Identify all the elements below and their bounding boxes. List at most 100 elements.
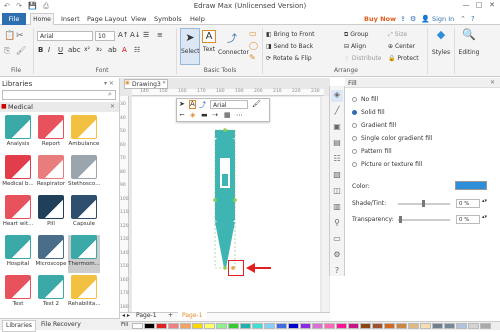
library-shape-item[interactable]: Rehabilita... xyxy=(68,275,100,313)
text-options-icon[interactable]: ☷ xyxy=(134,46,140,54)
search-icon[interactable]: ⌕ xyxy=(108,90,112,99)
radio-icon[interactable] xyxy=(352,136,357,141)
library-category-medical[interactable]: Medical xyxy=(0,102,119,112)
add-page-icon[interactable]: + xyxy=(168,312,173,319)
radio-icon[interactable] xyxy=(352,149,357,154)
tab-libraries[interactable]: Libraries xyxy=(2,320,36,332)
help-icon[interactable]: ? xyxy=(471,15,475,23)
library-shape-item[interactable]: Capsule xyxy=(68,195,100,233)
slider-thumb[interactable] xyxy=(399,216,402,223)
library-shape-item[interactable]: Pill xyxy=(35,195,67,233)
ribbon-collapse-icon[interactable]: ⌃ xyxy=(460,15,466,23)
center-button[interactable]: ⊕ Center xyxy=(388,43,415,50)
connector-button[interactable]: ⤴ Connector xyxy=(218,28,249,65)
palette-swatch[interactable] xyxy=(348,323,359,329)
radio-icon[interactable] xyxy=(352,162,357,167)
mini-font-select[interactable]: Arial xyxy=(210,100,248,109)
spin-icon[interactable]: ▴▾ xyxy=(482,214,487,220)
library-shape-item[interactable]: Stethosco... xyxy=(68,155,100,193)
underline-icon[interactable]: U xyxy=(58,46,63,54)
resize-handle[interactable] xyxy=(223,266,227,270)
palette-swatch[interactable] xyxy=(312,323,323,329)
hyperlink-panel-icon[interactable]: ⚲ xyxy=(331,218,343,230)
fill-panel-icon[interactable]: ◈ xyxy=(331,90,343,102)
size-button[interactable]: ⤢ Size xyxy=(388,31,407,39)
palette-swatch[interactable] xyxy=(336,323,347,329)
palette-swatch[interactable] xyxy=(468,323,479,329)
radio-icon[interactable] xyxy=(352,97,357,102)
font-size-select[interactable]: 10 xyxy=(95,31,115,41)
line-color-icon[interactable]: ▬ xyxy=(201,111,208,119)
palette-swatch[interactable] xyxy=(480,323,491,329)
library-shape-item[interactable]: Heart wit... xyxy=(2,195,34,233)
rectangle-icon[interactable]: ▭ xyxy=(249,29,257,38)
text-tool-button[interactable]: A Text xyxy=(202,28,216,65)
fill-option-radio[interactable]: No fill xyxy=(352,96,378,104)
palette-swatch[interactable] xyxy=(264,323,275,329)
page-nav-icon[interactable]: ◂ ▸ xyxy=(122,312,130,319)
fill-color-picker[interactable] xyxy=(455,181,487,190)
ellipse-icon[interactable]: ◯ xyxy=(249,41,258,50)
buy-now-link[interactable]: Buy Now xyxy=(364,15,396,23)
font-color-icon[interactable]: A xyxy=(122,46,127,54)
tab-view[interactable]: View xyxy=(128,14,149,25)
tab-help[interactable]: Help xyxy=(187,14,208,25)
fill-option-radio[interactable]: Pattern fill xyxy=(352,148,392,156)
palette-swatch[interactable] xyxy=(288,323,299,329)
spin-icon[interactable]: ▴▾ xyxy=(482,198,487,204)
editing-button[interactable]: 🔍 Editing xyxy=(456,28,482,70)
library-shape-item[interactable]: Test xyxy=(2,275,34,313)
transparency-value[interactable]: 0 % xyxy=(456,215,480,224)
library-shape-item[interactable]: Hospital xyxy=(2,235,34,273)
maximize-button[interactable]: □ xyxy=(473,1,485,11)
tab-file-recovery[interactable]: File Recovery xyxy=(38,320,84,330)
palette-swatch[interactable] xyxy=(432,323,443,329)
palette-swatch[interactable] xyxy=(216,323,227,329)
library-shape-item[interactable]: Respirator xyxy=(35,155,67,193)
library-shape-item[interactable]: Report xyxy=(35,115,67,153)
strikethrough-icon[interactable]: abc xyxy=(68,46,81,54)
transparency-slider[interactable] xyxy=(398,219,450,221)
attachment-panel-icon[interactable]: ⚙ xyxy=(331,250,343,262)
thermometer-shape[interactable] xyxy=(205,128,245,278)
palette-swatch[interactable] xyxy=(132,323,143,329)
tab-page-layout[interactable]: Page Layout xyxy=(84,14,130,25)
image-panel-icon[interactable]: ▧ xyxy=(331,170,343,182)
pane-pin-icon[interactable]: ▾ ✕ xyxy=(104,80,114,87)
fill-option-radio[interactable]: Solid fill xyxy=(352,109,385,117)
resize-handle[interactable] xyxy=(233,198,237,202)
palette-swatch[interactable] xyxy=(156,323,167,329)
page-tab[interactable]: Page-1 xyxy=(178,312,207,319)
palette-swatch[interactable] xyxy=(384,323,395,329)
palette-swatch[interactable] xyxy=(300,323,311,329)
paste-icon[interactable]: 📋 xyxy=(4,31,15,41)
send-to-back-button[interactable]: ◨ Send to Back xyxy=(266,43,313,50)
data-panel-icon[interactable]: ▥ xyxy=(331,202,343,214)
close-button[interactable]: ✕ xyxy=(486,1,498,11)
navigator-panel-icon[interactable]: ◫ xyxy=(331,186,343,198)
library-search-input[interactable] xyxy=(2,90,116,100)
subscript-icon[interactable]: x₂ xyxy=(96,46,102,53)
page-panel-icon[interactable]: ▤ xyxy=(331,138,343,150)
share-icon[interactable]: ⇪ xyxy=(400,15,406,23)
page-label[interactable]: Page-1 xyxy=(136,312,157,319)
library-shape-item[interactable]: Analysis xyxy=(2,115,34,153)
palette-swatch[interactable] xyxy=(228,323,239,329)
align-button[interactable]: ⊟ Align xyxy=(344,43,366,50)
sign-in-link[interactable]: Sign In xyxy=(432,15,454,23)
layer-panel-icon[interactable]: ☷ xyxy=(331,154,343,166)
palette-swatch[interactable] xyxy=(168,323,179,329)
line-panel-icon[interactable]: ╱ xyxy=(331,106,343,118)
font-family-select[interactable]: Arial xyxy=(37,31,93,41)
minimize-button[interactable]: — xyxy=(460,1,472,11)
palette-swatch[interactable] xyxy=(396,323,407,329)
font-grow-icon[interactable]: A↑ xyxy=(118,31,129,39)
text-align-icon[interactable]: ≡ xyxy=(157,31,163,39)
bring-to-front-button[interactable]: ◧ Bring to Front xyxy=(266,31,314,38)
tab-file[interactable]: File xyxy=(2,13,26,25)
help-panel-icon[interactable]: ? xyxy=(331,266,343,278)
vertical-scrollbar[interactable] xyxy=(322,96,329,314)
palette-swatch[interactable] xyxy=(360,323,371,329)
font-shrink-icon[interactable]: A↓ xyxy=(130,31,141,39)
format-painter-icon[interactable]: 🖌 xyxy=(252,100,261,108)
